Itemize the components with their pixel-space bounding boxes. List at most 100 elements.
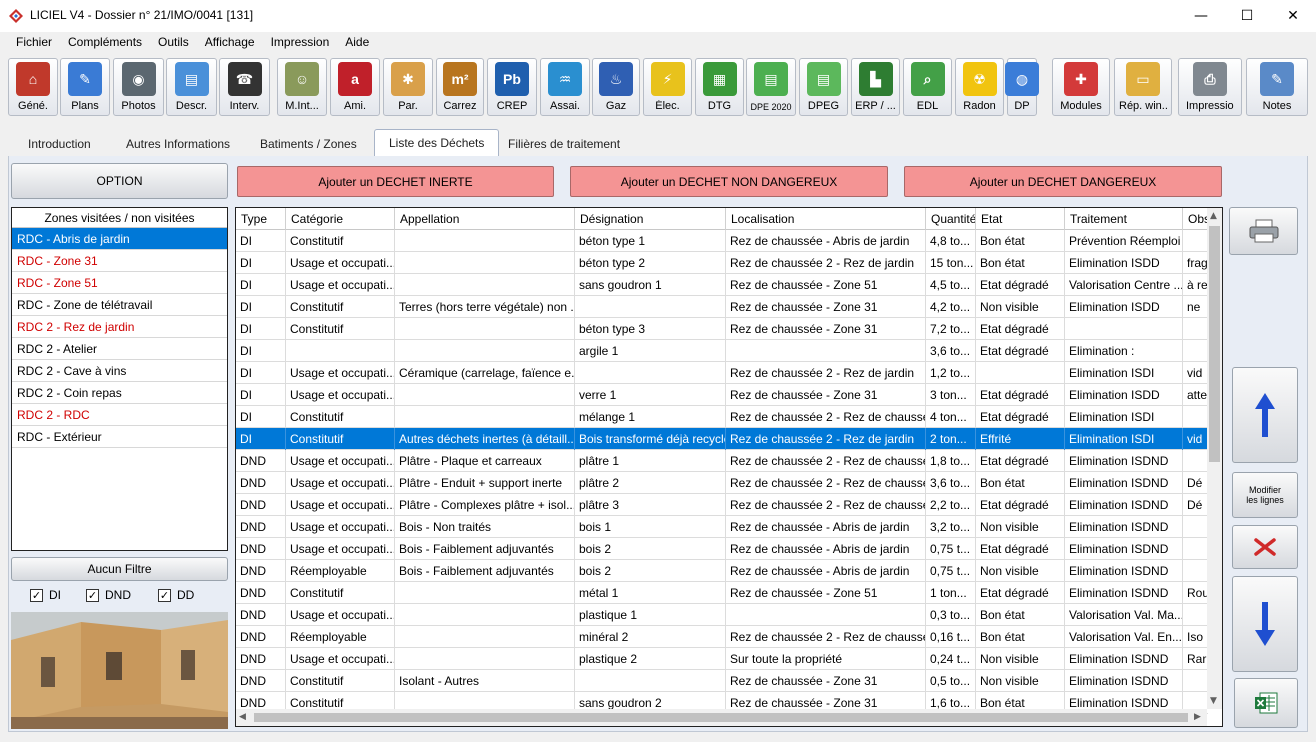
menu-impression[interactable]: Impression: [263, 32, 338, 54]
table-row[interactable]: DI Constitutif Autres déchets inertes (à d…: [236, 428, 1208, 450]
column-header[interactable]: Type: [236, 208, 286, 230]
zone-list-item[interactable]: RDC 2 - Rez de jardin: [12, 316, 227, 338]
column-header[interactable]: Localisation: [726, 208, 926, 230]
table-row[interactable]: DI Constitutif béton type 3 Rez de chaussée…: [236, 318, 1208, 340]
toolbar-button-13[interactable]: ⚡ Élec.: [643, 58, 692, 116]
toolbar-button-22[interactable]: ▭ Rép. win...: [1114, 58, 1172, 116]
table-row[interactable]: DI Usage et occupati... sans goudron 1 Rez …: [236, 274, 1208, 296]
zone-list-item[interactable]: RDC 2 - RDC: [12, 404, 227, 426]
no-filter-button[interactable]: Aucun Filtre: [11, 557, 228, 581]
table-row[interactable]: DND Usage et occupati... Plâtre - Enduit +…: [236, 472, 1208, 494]
toolbar-button-2[interactable]: ✎ Plans: [60, 58, 110, 116]
toolbar-button-6[interactable]: ☺ M.Int...: [277, 58, 327, 116]
toolbar-button-1[interactable]: ⌂ Géné.: [8, 58, 58, 116]
table-row[interactable]: DND Usage et occupati... Plâtre - Plaque e…: [236, 450, 1208, 472]
menu-outils[interactable]: Outils: [150, 32, 197, 54]
move-up-button[interactable]: [1232, 367, 1298, 463]
toolbar-button-17[interactable]: ▙ ERP / ...: [851, 58, 900, 116]
toolbar-button-9[interactable]: m² Carrez: [436, 58, 484, 116]
toolbar-button-12[interactable]: ♨ Gaz: [592, 58, 640, 116]
toolbar-button-5[interactable]: ☎ Interv.: [219, 58, 270, 116]
add-inert-waste-button[interactable]: Ajouter un DECHET INERTE: [237, 166, 554, 197]
add-hazardous-waste-button[interactable]: Ajouter un DECHET DANGEREUX: [904, 166, 1222, 197]
export-excel-button[interactable]: [1234, 678, 1298, 728]
table-row[interactable]: DI Constitutif béton type 1 Rez de chaussée…: [236, 230, 1208, 252]
toolbar-button-21[interactable]: ✚ Modules: [1052, 58, 1110, 116]
menu-aide[interactable]: Aide: [337, 32, 377, 54]
toolbar-button-3[interactable]: ◉ Photos: [113, 58, 164, 116]
toolbar-button-15[interactable]: ▤ DPE 2020: [746, 58, 796, 116]
table-row[interactable]: DND Usage et occupati... plastique 1 0,3 to…: [236, 604, 1208, 626]
table-cell: sans goudron 1: [575, 274, 726, 296]
filter-dd-checkbox[interactable]: ✓ DD: [158, 588, 194, 602]
column-header[interactable]: Catégorie: [286, 208, 395, 230]
zone-list-item[interactable]: RDC - Abris de jardin: [12, 228, 227, 250]
table-row[interactable]: DI Constitutif mélange 1 Rez de chaussée 2 …: [236, 406, 1208, 428]
toolbar-button-19[interactable]: ☢ Radon: [955, 58, 1004, 116]
filter-dnd-checkbox[interactable]: ✓ DND: [86, 588, 131, 602]
minimize-button[interactable]: —: [1178, 0, 1224, 32]
table-row[interactable]: DI Usage et occupati... béton type 2 Rez de…: [236, 252, 1208, 274]
table-cell: Rez de chaussée - Zone 51: [726, 582, 926, 604]
scroll-up-icon[interactable]: ▲: [1210, 211, 1217, 221]
column-header[interactable]: Etat: [976, 208, 1065, 230]
column-header[interactable]: Traitement: [1065, 208, 1183, 230]
vertical-scroll-thumb[interactable]: [1209, 226, 1220, 462]
zone-list-item[interactable]: RDC - Extérieur: [12, 426, 227, 448]
scroll-left-icon[interactable]: ◀: [239, 712, 246, 722]
table-row[interactable]: DND Constitutif métal 1 Rez de chaussée - Z…: [236, 582, 1209, 604]
table-row[interactable]: DND Usage et occupati... Bois - Faiblement…: [236, 538, 1208, 560]
zone-list-item[interactable]: RDC - Zone 51: [12, 272, 227, 294]
toolbar-button-10[interactable]: Pb CREP: [487, 58, 537, 116]
column-header[interactable]: Désignation: [575, 208, 726, 230]
modify-lines-button[interactable]: Modifier les lignes: [1232, 472, 1298, 518]
toolbar-button-4[interactable]: ▤ Descr.: [166, 58, 217, 116]
move-down-button[interactable]: [1232, 576, 1298, 672]
column-header[interactable]: Appellation: [395, 208, 575, 230]
table-cell: 3,6 to...: [926, 472, 976, 494]
table-row[interactable]: DI Constitutif Terres (hors terre végétale…: [236, 296, 1208, 318]
scroll-down-icon[interactable]: ▼: [1210, 696, 1217, 706]
toolbar-button-20[interactable]: ◍ DP: [1005, 58, 1039, 116]
zone-list-item[interactable]: RDC - Zone 31: [12, 250, 227, 272]
table-row[interactable]: DI Usage et occupati... verre 1 Rez de chau…: [236, 384, 1208, 406]
option-button[interactable]: OPTION: [11, 163, 228, 199]
delete-line-button[interactable]: [1232, 525, 1298, 569]
zone-list-item[interactable]: RDC - Zone de télétravail: [12, 294, 227, 316]
tab-autres-informations[interactable]: Autres Informations: [112, 131, 244, 157]
menu-affichage[interactable]: Affichage: [197, 32, 263, 54]
toolbar-button-14[interactable]: ▦ DTG: [695, 58, 744, 116]
toolbar-button-18[interactable]: ⌕ EDL: [903, 58, 952, 116]
table-row[interactable]: DND Usage et occupati... plastique 2 Sur to…: [236, 648, 1208, 670]
toolbar-button-8[interactable]: ✱ Par.: [383, 58, 433, 116]
close-button[interactable]: ✕: [1270, 0, 1316, 32]
maximize-button[interactable]: ☐: [1224, 0, 1270, 32]
column-header[interactable]: Quantité: [926, 208, 976, 230]
table-row[interactable]: DI argile 1 3,6 to... Etat dégradé Eliminati…: [236, 340, 1208, 362]
horizontal-scroll-thumb[interactable]: [254, 713, 1188, 722]
tab-introduction[interactable]: Introduction: [14, 131, 105, 157]
table-row[interactable]: DI Usage et occupati... Céramique (carrela…: [236, 362, 1208, 384]
scroll-right-icon[interactable]: ▶: [1194, 712, 1201, 722]
menu-complements[interactable]: Compléments: [60, 32, 150, 54]
add-non-hazardous-waste-button[interactable]: Ajouter un DECHET NON DANGEREUX: [570, 166, 888, 197]
toolbar-button-11[interactable]: ♒ Assai.: [540, 58, 590, 116]
toolbar-button-7[interactable]: a Ami.: [330, 58, 380, 116]
table-row[interactable]: DND Réemployable minéral 2 Rez de chaussée …: [236, 626, 1208, 648]
toolbar-button-16[interactable]: ▤ DPEG: [799, 58, 848, 116]
tab-batiments-zones[interactable]: Batiments / Zones: [246, 131, 371, 157]
filter-di-checkbox[interactable]: ✓ DI: [30, 588, 61, 602]
print-table-button[interactable]: [1229, 207, 1298, 255]
toolbar-button-23[interactable]: ⎙ Impression: [1178, 58, 1242, 116]
zone-list-item[interactable]: RDC 2 - Coin repas: [12, 382, 227, 404]
table-row[interactable]: DND Usage et occupati... Plâtre - Complexe…: [236, 494, 1208, 516]
zone-list-item[interactable]: RDC 2 - Cave à vins: [12, 360, 227, 382]
toolbar-button-24[interactable]: ✎ Notes: [1246, 58, 1308, 116]
table-row[interactable]: DND Constitutif Isolant - Autres Rez de cha…: [236, 670, 1208, 692]
table-row[interactable]: DND Usage et occupati... Bois - Non traité…: [236, 516, 1208, 538]
zone-list-item[interactable]: RDC 2 - Atelier: [12, 338, 227, 360]
tab-filieres-de-traitement[interactable]: Filières de traitement: [494, 131, 634, 157]
table-row[interactable]: DND Réemployable Bois - Faiblement adjuvan…: [236, 560, 1208, 582]
menu-fichier[interactable]: Fichier: [8, 32, 60, 54]
tab-liste-des-dechets[interactable]: Liste des Déchets: [374, 129, 500, 158]
